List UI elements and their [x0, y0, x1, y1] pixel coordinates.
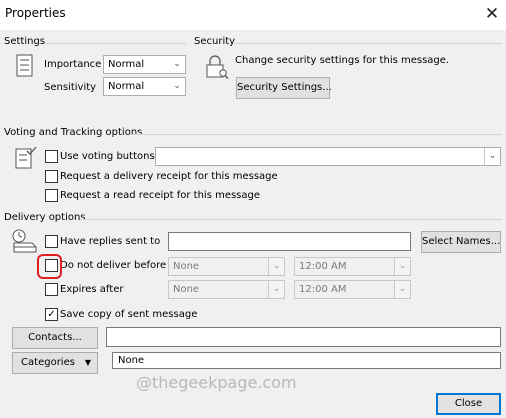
expires-time: 12:00 AM	[299, 284, 347, 295]
sensitivity-select[interactable]: Normal ⌄	[103, 77, 186, 96]
close-icon[interactable]: ✕	[480, 3, 504, 25]
have-replies-label: Have replies sent to	[60, 236, 161, 247]
dropdown-arrow-icon: ▼	[84, 358, 91, 367]
sensitivity-label: Sensitivity	[44, 82, 97, 93]
chevron-down-icon: ⌄	[173, 81, 181, 91]
select-names-button[interactable]: Select Names...	[421, 231, 501, 253]
use-voting-label: Use voting buttons	[60, 151, 155, 162]
save-copy-label: Save copy of sent message	[60, 309, 198, 320]
expires-date: None	[173, 284, 200, 295]
lock-icon	[205, 54, 229, 80]
voting-heading: Voting and Tracking options	[4, 127, 143, 138]
contacts-button[interactable]: Contacts...	[12, 327, 98, 349]
do-not-deliver-date-select[interactable]: None ⌄	[168, 257, 285, 276]
title-bar	[0, 0, 506, 30]
voting-icon	[15, 146, 37, 170]
chevron-down-icon: ⌄	[394, 258, 410, 275]
do-not-deliver-time: 12:00 AM	[299, 261, 347, 272]
importance-value: Normal	[108, 59, 145, 70]
security-settings-button[interactable]: Security Settings...	[236, 77, 332, 99]
chevron-down-icon: ⌄	[268, 258, 284, 275]
highlight-outline	[37, 254, 62, 279]
expires-after-checkbox[interactable]	[45, 283, 58, 296]
security-description: Change security settings for this messag…	[235, 55, 450, 66]
do-not-deliver-label: Do not deliver before	[60, 260, 167, 271]
have-replies-checkbox[interactable]	[45, 235, 58, 248]
expires-time-select[interactable]: 12:00 AM ⌄	[294, 280, 411, 299]
chevron-down-icon: ⌄	[484, 148, 500, 165]
chevron-down-icon: ⌄	[268, 281, 284, 298]
replies-to-input[interactable]	[168, 232, 411, 251]
save-copy-checkbox[interactable]: ✓	[45, 308, 58, 321]
importance-select[interactable]: Normal ⌄	[103, 55, 186, 74]
delivery-divider	[80, 219, 502, 220]
window-title: Properties	[5, 6, 66, 20]
delivery-receipt-label: Request a delivery receipt for this mess…	[60, 171, 278, 182]
chevron-down-icon: ⌄	[173, 59, 181, 69]
security-heading: Security	[194, 36, 236, 47]
do-not-deliver-date: None	[173, 261, 200, 272]
voting-buttons-select[interactable]: ⌄	[155, 147, 501, 166]
list-icon	[16, 54, 34, 78]
contacts-input[interactable]	[106, 327, 501, 347]
chevron-down-icon: ⌄	[394, 281, 410, 298]
settings-divider	[44, 43, 186, 44]
security-divider	[234, 43, 502, 44]
sensitivity-value: Normal	[108, 81, 145, 92]
use-voting-checkbox[interactable]	[45, 150, 58, 163]
read-receipt-label: Request a read receipt for this message	[60, 190, 261, 201]
expires-date-select[interactable]: None ⌄	[168, 280, 285, 299]
delivery-icon	[11, 229, 39, 253]
expires-after-label: Expires after	[60, 284, 124, 295]
voting-divider	[132, 134, 502, 135]
delivery-heading: Delivery options	[4, 212, 86, 223]
categories-button[interactable]: Categories ▼	[12, 352, 98, 374]
categories-label: Categories	[21, 357, 75, 368]
categories-value: None	[112, 352, 501, 369]
watermark-text: @thegeekpage.com	[136, 373, 297, 392]
do-not-deliver-time-select[interactable]: 12:00 AM ⌄	[294, 257, 411, 276]
settings-heading: Settings	[4, 36, 46, 47]
importance-label: Importance	[44, 59, 102, 70]
close-button[interactable]: Close	[436, 393, 501, 415]
delivery-receipt-checkbox[interactable]	[45, 170, 58, 183]
read-receipt-checkbox[interactable]	[45, 189, 58, 202]
